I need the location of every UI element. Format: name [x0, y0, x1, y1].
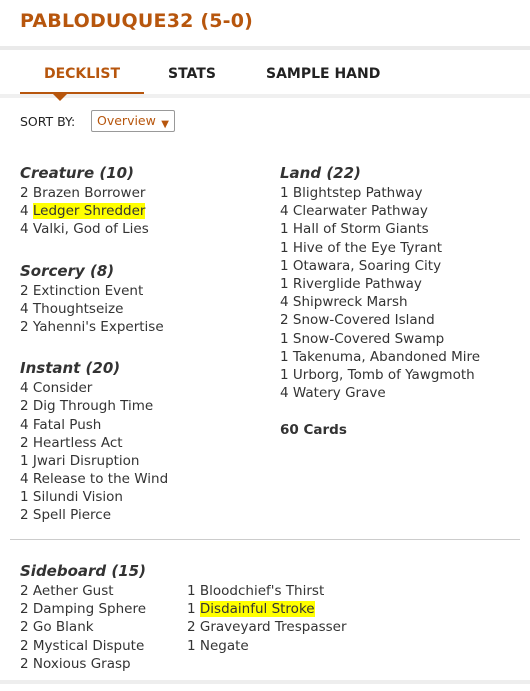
card-row: 1 Riverglide Pathway [280, 275, 422, 292]
card-row: 1 Otawara, Soaring City [280, 257, 442, 274]
header-divider [0, 46, 530, 50]
card-name[interactable]: Spell Pierce [33, 507, 111, 523]
card-name[interactable]: Hive of the Eye Tyrant [293, 240, 442, 256]
sort-select-value: Overview [97, 113, 156, 128]
sort-select[interactable]: Overview ▼ [91, 110, 175, 132]
tab-stats[interactable]: STATS [168, 62, 216, 95]
card-name[interactable]: Mystical Dispute [33, 638, 144, 654]
card-name[interactable]: Valki, God of Lies [33, 221, 149, 237]
card-row: 4 Watery Grave [280, 385, 386, 402]
card-name[interactable]: Riverglide Pathway [293, 276, 422, 292]
card-row: 4 Fatal Push [20, 416, 102, 433]
card-row: 1 Hall of Storm Giants [280, 221, 429, 238]
sideboard-divider [10, 539, 520, 540]
bottom-divider [0, 680, 530, 684]
card-row: 2 Brazen Borrower [20, 185, 146, 201]
card-row: 1 Hive of the Eye Tyrant [280, 239, 443, 256]
card-row: 1 Bloodchief's Thirst [187, 583, 325, 599]
card-name[interactable]: Bloodchief's Thirst [200, 583, 324, 599]
sideboard-right-list: 1 Bloodchief's Thirst 1 Disdainful Strok… [187, 582, 487, 655]
card-name[interactable]: Extinction Event [33, 283, 143, 299]
card-name[interactable]: Jwari Disruption [33, 453, 140, 469]
card-row: 4 Consider [20, 380, 93, 397]
card-name[interactable]: Clearwater Pathway [293, 203, 428, 219]
card-row: 1 Disdainful Stroke [187, 601, 315, 618]
card-row: 1 Negate [187, 637, 249, 654]
card-name[interactable]: Dig Through Time [33, 398, 153, 414]
card-name-highlighted[interactable]: Ledger Shredder [32, 203, 146, 220]
card-row: 1 Silundi Vision [20, 489, 123, 506]
sort-label: SORT BY: [20, 114, 76, 129]
card-name[interactable]: Otawara, Soaring City [293, 258, 441, 274]
card-row: 2 Graveyard Trespasser [187, 619, 347, 636]
card-row: 4 Shipwreck Marsh [280, 294, 408, 311]
sideboard-left-list: 2 Aether Gust 2 Damping Sphere 2 Go Blan… [20, 582, 185, 673]
card-row: 2 Snow-Covered Island [280, 312, 435, 329]
card-row: 2 Mystical Dispute [20, 637, 145, 654]
section-title-creature: Creature (10) [20, 164, 134, 182]
card-name[interactable]: Watery Grave [293, 385, 386, 401]
card-row: 1 Blightstep Pathway [280, 185, 423, 201]
card-name[interactable]: Noxious Grasp [33, 656, 131, 672]
card-row: 2 Aether Gust [20, 583, 114, 599]
card-row: 2 Noxious Grasp [20, 655, 131, 672]
card-name[interactable]: Go Blank [33, 619, 94, 635]
sideboard-section: Sideboard (15) 2 Aether Gust 2 Damping S… [20, 560, 520, 672]
card-row: 1 Snow-Covered Swamp [280, 330, 445, 347]
card-name-highlighted[interactable]: Disdainful Stroke [199, 601, 315, 618]
chevron-down-icon: ▼ [161, 119, 169, 130]
card-name[interactable]: Heartless Act [33, 435, 123, 451]
card-name[interactable]: Brazen Borrower [33, 185, 146, 201]
card-name[interactable]: Thoughtseize [33, 301, 124, 317]
maindeck-right-column: Land (22) 1 Blightstep Pathway 4 Clearwa… [280, 162, 525, 438]
section-title-sorcery: Sorcery (8) [20, 261, 115, 280]
card-row: 4 Clearwater Pathway [280, 203, 428, 220]
card-row: 2 Heartless Act [20, 434, 123, 451]
card-row: 4 Valki, God of Lies [20, 221, 149, 238]
deck-total-count: 60 Cards [280, 422, 347, 439]
card-name[interactable]: Snow-Covered Swamp [293, 331, 444, 347]
card-name[interactable]: Urborg, Tomb of Yawgmoth [293, 367, 475, 383]
card-name[interactable]: Negate [200, 638, 249, 654]
card-name[interactable]: Aether Gust [33, 583, 114, 599]
card-row: 4 Ledger Shredder [20, 203, 146, 220]
card-row: 2 Dig Through Time [20, 398, 154, 415]
tab-decklist[interactable]: DECKLIST [20, 62, 144, 95]
card-row: 4 Release to the Wind [20, 471, 169, 488]
section-title-instant: Instant (20) [20, 359, 121, 378]
section-title-land: Land (22) [280, 164, 361, 182]
card-name[interactable]: Snow-Covered Island [293, 312, 435, 328]
card-row: 2 Damping Sphere [20, 601, 147, 618]
card-name[interactable]: Silundi Vision [33, 489, 123, 505]
card-name[interactable]: Fatal Push [33, 417, 101, 433]
card-name[interactable]: Blightstep Pathway [293, 185, 423, 201]
tab-sample-hand[interactable]: SAMPLE HAND [266, 62, 380, 95]
card-row: 2 Spell Pierce [20, 507, 112, 524]
card-row: 1 Urborg, Tomb of Yawgmoth [280, 366, 475, 383]
card-name[interactable]: Yahenni's Expertise [33, 319, 164, 335]
card-name[interactable]: Takenuma, Abandoned Mire [293, 349, 480, 365]
card-row: 1 Jwari Disruption [20, 452, 140, 469]
card-name[interactable]: Consider [33, 380, 92, 396]
deck-title: PABLODUQUE32 (5-0) [20, 10, 254, 32]
section-title-sideboard: Sideboard (15) [20, 562, 146, 580]
card-name[interactable]: Graveyard Trespasser [200, 619, 347, 635]
card-row: 1 Takenuma, Abandoned Mire [280, 348, 481, 365]
card-row: 2 Yahenni's Expertise [20, 318, 164, 335]
maindeck-left-column: Creature (10) 2 Brazen Borrower 4 Ledger… [20, 162, 270, 525]
card-name[interactable]: Shipwreck Marsh [293, 294, 408, 310]
card-row: 2 Extinction Event [20, 282, 144, 299]
card-row: 4 Thoughtseize [20, 300, 124, 317]
active-tab-caret-icon [53, 94, 67, 101]
card-name[interactable]: Release to the Wind [33, 471, 168, 487]
tab-divider [0, 94, 530, 98]
card-row: 2 Go Blank [20, 619, 94, 636]
card-name[interactable]: Damping Sphere [33, 601, 146, 617]
card-name[interactable]: Hall of Storm Giants [293, 221, 429, 237]
